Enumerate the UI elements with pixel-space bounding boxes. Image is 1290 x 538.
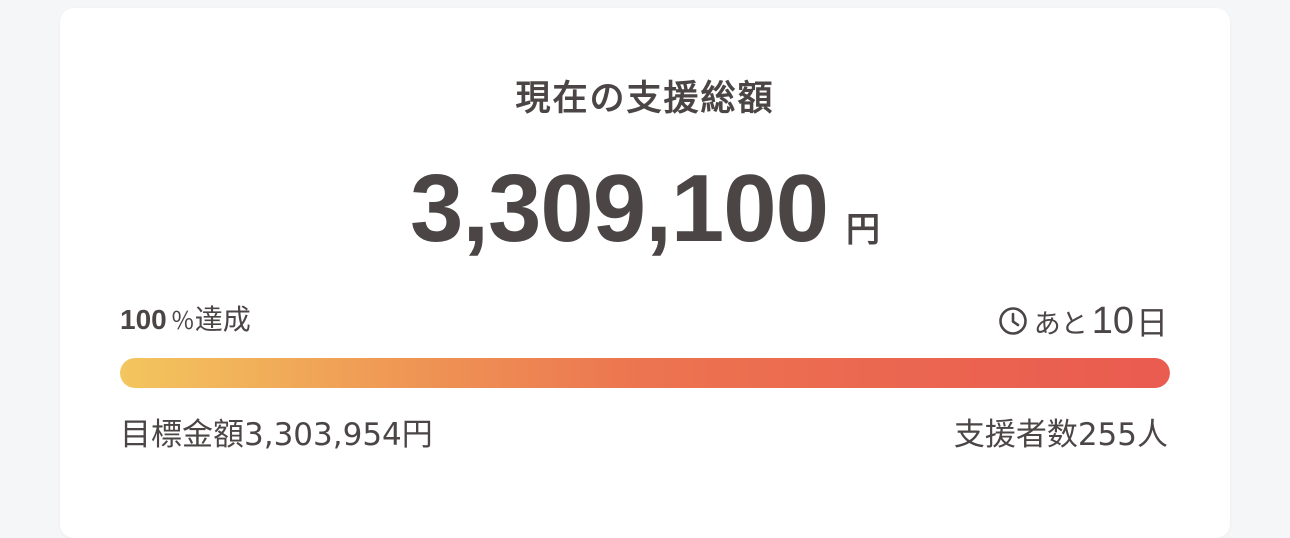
days-remaining: 10 (1091, 299, 1134, 342)
total-amount-row: 3,309,100 円 (60, 154, 1230, 264)
time-remaining: あと 10 日 (998, 298, 1168, 344)
funding-summary-card: 現在の支援総額 3,309,100 円 100 ％達成 あと 10 日 目標金額3,30… (60, 8, 1230, 538)
total-amount-unit: 円 (846, 210, 881, 250)
backer-count: 支援者数255人 (953, 417, 1168, 453)
goal-amount: 目標金額3,303,954円 (120, 417, 433, 453)
achievement-percent: 100 (120, 304, 167, 335)
card-title: 現在の支援総額 (515, 79, 775, 119)
total-amount: 3,309,100 (409, 155, 829, 262)
progress-bar-fill (120, 358, 1170, 388)
clock-icon (998, 307, 1027, 335)
achievement-percent-sign: ％ (170, 307, 195, 335)
time-remaining-prefix: あと (1033, 308, 1088, 340)
achievement-rate: 100 ％達成 (120, 300, 251, 344)
achievement-label: 達成 (194, 303, 251, 336)
progress-bar (120, 358, 1170, 388)
days-unit: 日 (1135, 304, 1168, 342)
